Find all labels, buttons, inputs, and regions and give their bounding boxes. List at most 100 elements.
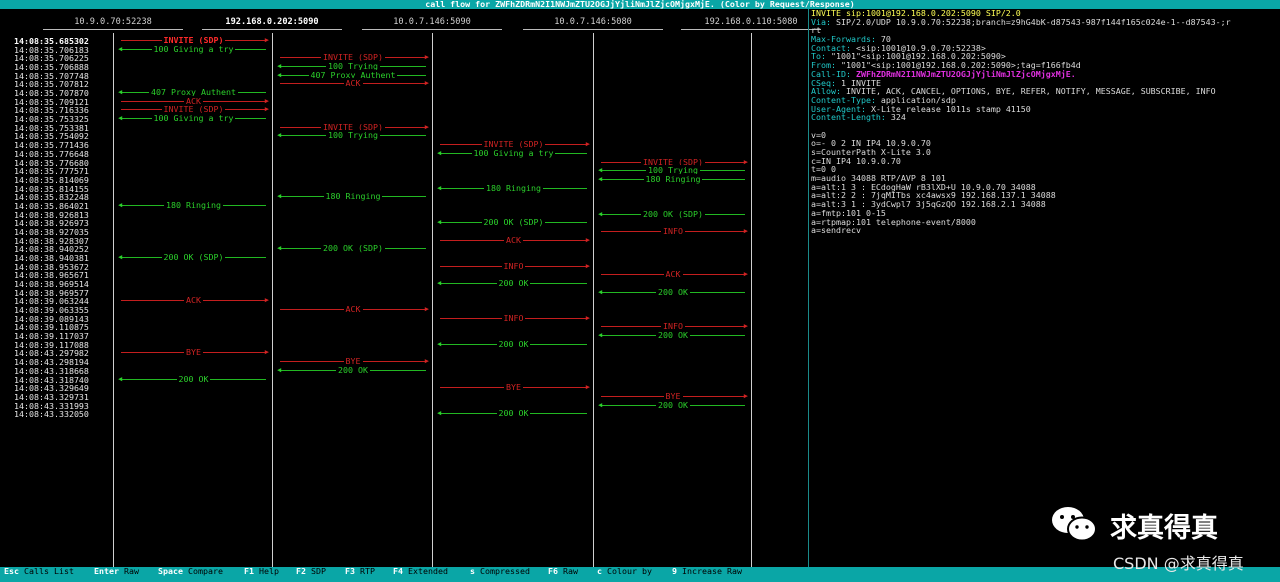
message-arrow[interactable]: ◀ 100 Giving a try xyxy=(118,113,266,124)
message-label: ACK xyxy=(343,78,363,89)
wechat-icon xyxy=(1052,507,1097,542)
message-label: 200 OK xyxy=(496,408,531,419)
message-label: ACK xyxy=(663,269,683,280)
keybinding-item[interactable]: Esc Calls List xyxy=(4,567,74,575)
message-arrow[interactable]: ▶ INFO xyxy=(440,312,590,323)
message-label: 200 OK xyxy=(656,286,690,297)
keybinding-item[interactable]: F6 Raw xyxy=(548,567,578,575)
message-label: 180 Ringing xyxy=(164,199,223,210)
message-arrow[interactable]: ◀ 180 Ringing xyxy=(437,182,587,193)
message-label: BYE xyxy=(184,347,203,358)
message-arrow[interactable]: ◀ 200 OK xyxy=(437,408,587,419)
panel-separator xyxy=(808,9,809,567)
key-action: Calls List xyxy=(24,566,74,576)
message-arrow[interactable]: ◀ 200 OK xyxy=(598,330,745,341)
header-name: Content-Length: xyxy=(811,112,886,123)
message-arrow[interactable]: ◀ 200 OK (SDP) xyxy=(118,252,266,262)
message-arrow[interactable]: ◀ 100 Trying xyxy=(277,130,426,141)
header-value: SIP/2.0/UDP 10.9.0.70:52238;branch=z9hG4… xyxy=(830,16,1231,27)
message-arrow[interactable]: ◀ 200 OK xyxy=(598,399,745,410)
message-label: 180 Ringing xyxy=(484,182,543,193)
message-label: ACK xyxy=(184,295,203,306)
message-label: 200 OK xyxy=(336,364,370,375)
message-arrow[interactable]: ◀ 200 OK xyxy=(598,286,745,297)
detail-line: Call-ID: ZWFhZDRmN2I1NWJmZTU2OGJjYjliNmJ… xyxy=(811,69,1279,79)
message-timestamp[interactable]: 14:08:43.332050 xyxy=(14,409,102,419)
column-header[interactable]: 192.168.0.110:5080 xyxy=(681,17,821,30)
column-header[interactable]: 10.9.0.70:52238 xyxy=(43,17,183,30)
key-action: Increase Raw xyxy=(682,566,742,576)
detail-line: a=sendrecv xyxy=(811,226,1279,235)
keybinding-item[interactable]: Enter Raw xyxy=(94,567,139,575)
message-label: 180 Ringing xyxy=(323,191,383,202)
message-arrow[interactable]: ◀ 200 OK (SDP) xyxy=(437,217,587,228)
message-label: BYE xyxy=(504,382,523,393)
message-arrow[interactable]: ◀ 200 OK xyxy=(277,364,426,375)
keybinding-item[interactable]: F3 RTP xyxy=(345,567,375,575)
message-arrow[interactable]: ▶ BYE xyxy=(121,347,269,358)
key-name: Esc xyxy=(4,566,19,576)
key-name: F3 xyxy=(345,566,355,576)
key-action: Help xyxy=(259,566,279,576)
message-label: 200 OK xyxy=(496,338,531,349)
keybinding-item[interactable]: 9 Increase Raw xyxy=(672,567,742,575)
message-arrow[interactable]: ◀ 200 OK xyxy=(437,278,587,289)
key-name: c xyxy=(597,566,602,576)
keybinding-item[interactable]: F4 Extended xyxy=(393,567,448,575)
message-arrow[interactable]: ◀ 200 OK (SDP) xyxy=(277,243,426,254)
message-arrow[interactable]: ◀ 100 Giving a try xyxy=(437,147,587,158)
message-label: ACK xyxy=(504,234,523,245)
message-arrow[interactable]: ◀ 180 Ringing xyxy=(598,173,745,184)
column-lifeline xyxy=(593,33,594,567)
detail-line: Via: SIP/2.0/UDP 10.9.0.70:52238;branch=… xyxy=(811,16,1279,27)
message-arrow[interactable]: ▶ ACK xyxy=(121,295,269,306)
watermark-csdn: CSDN @求真得真 xyxy=(1113,554,1244,573)
message-label: 200 OK xyxy=(656,399,690,410)
header-value: a=sendrecv xyxy=(811,225,861,236)
key-name: Enter xyxy=(94,566,119,576)
keybinding-item[interactable]: Space Compare xyxy=(158,567,223,575)
message-label: INFO xyxy=(661,225,685,236)
column-header[interactable]: 192.168.0.202:5090 xyxy=(202,17,342,30)
message-arrow[interactable]: ◀ 180 Ringing xyxy=(118,199,266,210)
message-arrow[interactable]: ▶ BYE xyxy=(440,382,590,393)
detail-line xyxy=(811,122,1279,131)
message-label: 200 OK (SDP) xyxy=(641,208,705,219)
message-label: 100 Giving a try xyxy=(471,147,556,158)
message-label: 100 Giving a try xyxy=(151,113,236,124)
keybinding-item[interactable]: c Colour by xyxy=(597,567,652,575)
message-arrow[interactable]: ▶ ACK xyxy=(280,304,429,315)
key-name: F2 xyxy=(296,566,306,576)
column-header[interactable]: 10.0.7.146:5090 xyxy=(362,17,502,30)
keybinding-item[interactable]: s Compressed xyxy=(470,567,530,575)
key-action: SDP xyxy=(311,566,326,576)
message-label: INFO xyxy=(501,260,526,271)
keybinding-item[interactable]: F1 Help xyxy=(244,567,279,575)
message-arrow[interactable]: ◀ 180 Ringing xyxy=(277,191,426,202)
message-arrow[interactable]: ▶ ACK xyxy=(280,78,429,89)
message-label: 100 Trying xyxy=(326,130,380,141)
message-label: 200 OK (SDP) xyxy=(321,243,385,254)
message-arrow[interactable]: ▶ ACK xyxy=(440,234,590,245)
message-arrow[interactable]: ▶ INFO xyxy=(440,260,590,271)
column-lifeline xyxy=(751,33,752,567)
message-arrow[interactable]: ◀ 200 OK (SDP) xyxy=(598,208,745,219)
key-action: Compressed xyxy=(480,566,530,576)
message-label: 180 Ringing xyxy=(643,173,703,184)
message-arrow[interactable]: ◀ 200 OK xyxy=(437,338,587,349)
key-action: Extended xyxy=(408,566,448,576)
message-arrow[interactable]: ◀ 200 OK xyxy=(118,373,266,384)
key-action: Raw xyxy=(123,566,139,576)
message-arrow[interactable]: ◀ 100 Giving a try xyxy=(118,43,266,54)
message-label: 100 Giving a try xyxy=(151,43,236,54)
key-name: F6 xyxy=(548,566,558,576)
keybinding-item[interactable]: F2 SDP xyxy=(296,567,326,575)
message-arrow[interactable]: ▶ INFO xyxy=(601,225,748,236)
key-action: Compare xyxy=(187,566,223,576)
message-label: 200 OK xyxy=(656,330,690,341)
watermark: 求真得真 CSDN @求真得真 xyxy=(1050,500,1270,573)
detail-line: Content-Length: 324 xyxy=(811,113,1279,122)
column-header[interactable]: 10.0.7.146:5080 xyxy=(523,17,663,30)
watermark-name: 求真得真 xyxy=(1110,513,1218,544)
message-arrow[interactable]: ▶ ACK xyxy=(601,269,748,280)
